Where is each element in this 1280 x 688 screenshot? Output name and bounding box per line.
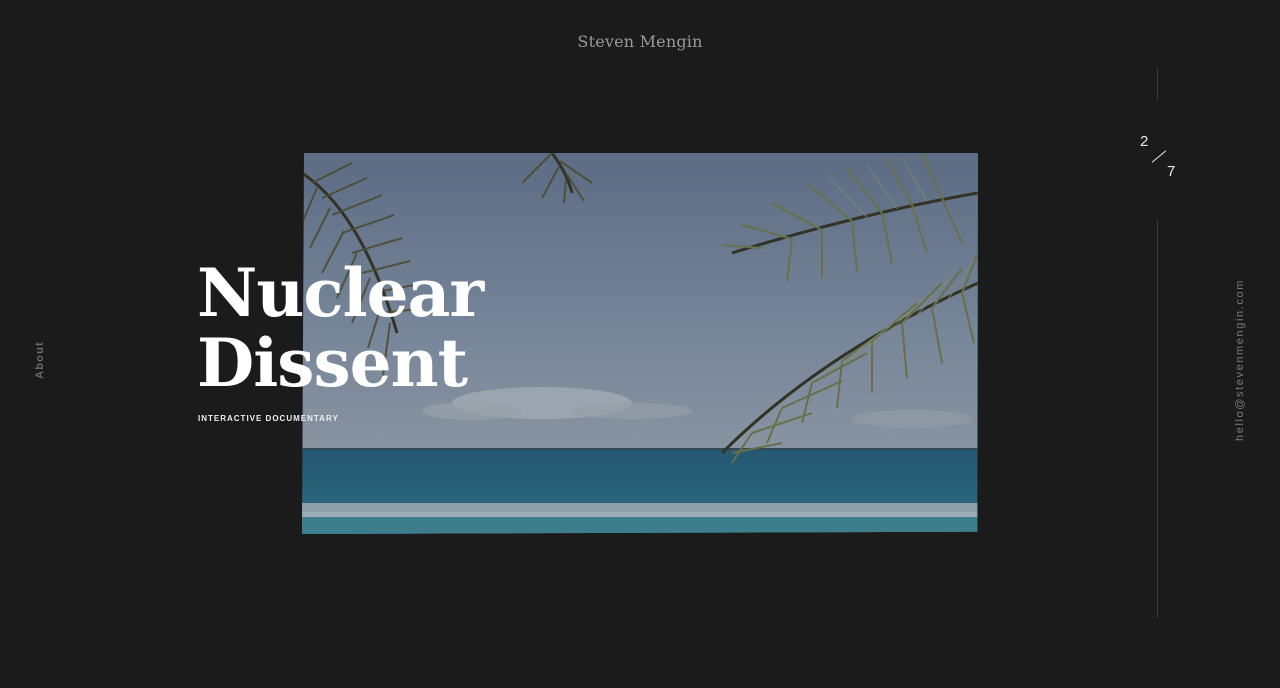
counter-divider <box>1151 150 1167 163</box>
slide-counter: 2 7 <box>1134 130 1184 186</box>
current-slide-number: 2 <box>1140 133 1149 150</box>
progress-rail-top <box>1157 68 1158 100</box>
progress-rail-bottom <box>1157 220 1158 618</box>
project-title-line-1: Nuclear <box>197 254 484 332</box>
site-name-link[interactable]: Steven Mengin <box>0 32 1280 51</box>
project-type-label: INTERACTIVE DOCUMENTARY <box>198 414 339 423</box>
email-link[interactable]: hello@stevenmengin.com <box>1234 279 1246 441</box>
project-title-line-2: Dissent <box>197 324 468 402</box>
total-slide-number: 7 <box>1167 163 1176 180</box>
page: Steven Mengin About hello@stevenmengin.c… <box>0 0 1280 688</box>
project-title[interactable]: Nuclear Dissent <box>197 254 484 402</box>
about-link[interactable]: About <box>34 341 46 379</box>
